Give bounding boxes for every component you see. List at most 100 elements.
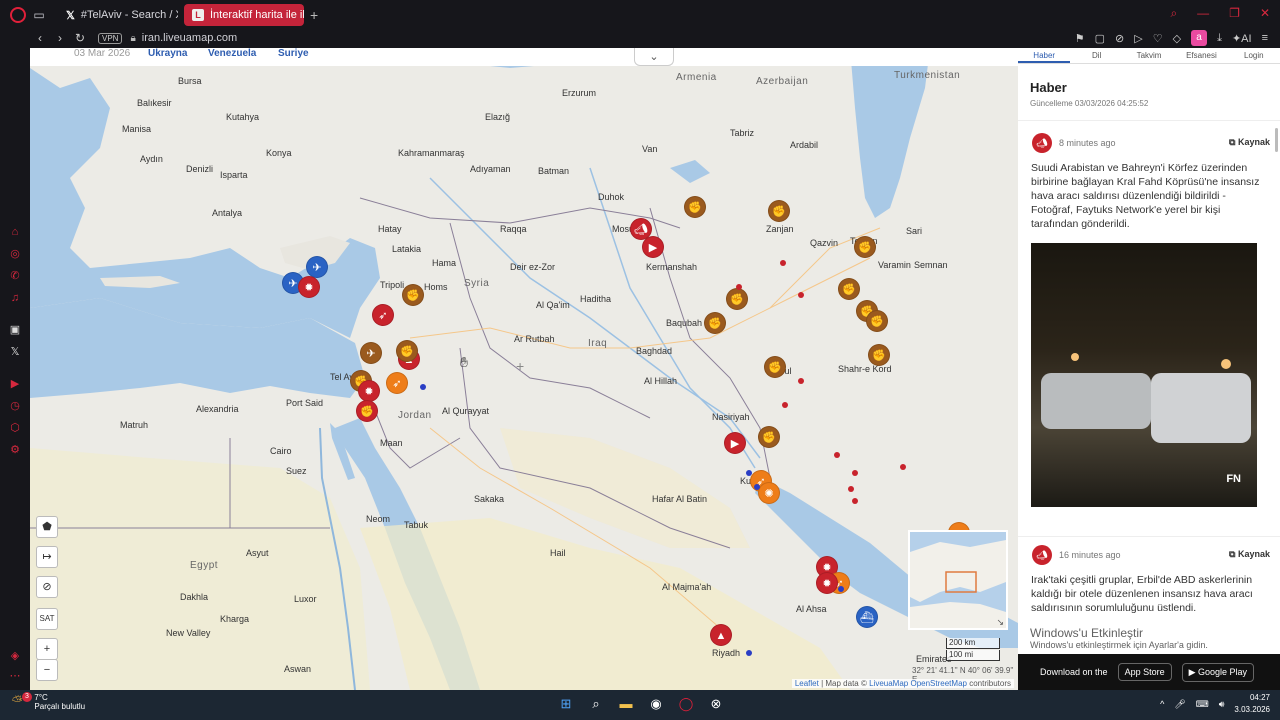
- microphone-icon[interactable]: 🎤︎: [1174, 699, 1185, 710]
- event-marker-protest-icon[interactable]: ✊: [854, 236, 876, 258]
- minimap-toggle-icon[interactable]: ↘: [996, 617, 1004, 628]
- event-marker-naval-icon[interactable]: ⛴: [856, 606, 878, 628]
- file-explorer-icon[interactable]: ▬: [617, 695, 635, 713]
- minimize-button[interactable]: —: [1197, 6, 1209, 21]
- maximize-button[interactable]: ❐: [1229, 6, 1240, 21]
- event-marker-protest-icon[interactable]: ✊: [684, 196, 706, 218]
- event-marker-alert-icon[interactable]: ▲: [710, 624, 732, 646]
- collapse-toggle[interactable]: ⌄: [634, 48, 674, 66]
- nav-link-ukraine[interactable]: Ukrayna: [148, 48, 187, 59]
- zoom-out-button[interactable]: −: [36, 659, 58, 681]
- event-marker-strike-icon[interactable]: ✊: [356, 400, 378, 422]
- event-dot[interactable]: [900, 464, 906, 470]
- start-icon[interactable]: ⊞: [557, 695, 575, 713]
- sidebar-home-icon[interactable]: ⌂: [9, 226, 21, 238]
- source-link[interactable]: ⧉ Kaynak: [1229, 549, 1270, 560]
- event-marker-protest-icon[interactable]: ✊: [726, 288, 748, 310]
- tab-islands-icon[interactable]: ▭: [26, 8, 52, 22]
- account-avatar[interactable]: a: [1191, 30, 1208, 46]
- event-dot[interactable]: [798, 378, 804, 384]
- event-dot[interactable]: [838, 586, 844, 592]
- zoom-in-button[interactable]: +: [36, 638, 58, 660]
- event-dot[interactable]: [746, 470, 752, 476]
- tab-legend[interactable]: Efsanesi: [1175, 48, 1227, 63]
- search-tabs-icon[interactable]: ⌕: [1170, 6, 1177, 21]
- tab-telaviv-search[interactable]: 𝕏 #TelAviv - Search / X: [58, 4, 178, 26]
- event-marker-missile-icon[interactable]: ➶: [372, 304, 394, 326]
- sidebar-music-icon[interactable]: ♫: [9, 292, 21, 304]
- xbox-icon[interactable]: ⊗: [707, 695, 725, 713]
- event-marker-protest-icon[interactable]: ✊: [866, 310, 888, 332]
- event-dot[interactable]: [798, 292, 804, 298]
- osm-link[interactable]: OpenStreetMap: [910, 679, 966, 688]
- sidebar-player-icon[interactable]: ▶: [9, 378, 21, 390]
- event-marker-video-icon[interactable]: ▶: [724, 432, 746, 454]
- event-dot[interactable]: [420, 384, 426, 390]
- opera-icon[interactable]: ◯: [677, 695, 695, 713]
- wallet-icon[interactable]: ◇: [1173, 32, 1181, 45]
- reload-button[interactable]: ↻: [70, 31, 90, 45]
- event-dot[interactable]: [782, 402, 788, 408]
- hide-layers-button[interactable]: ⊘: [36, 576, 58, 598]
- app-store-button[interactable]: App Store: [1117, 663, 1172, 681]
- ai-icon[interactable]: ✦AI: [1232, 32, 1252, 45]
- event-marker-video-icon[interactable]: ▶: [642, 236, 664, 258]
- event-dot[interactable]: [754, 484, 760, 490]
- sidebar-more-icon[interactable]: ⋯: [9, 670, 21, 682]
- draw-shape-button[interactable]: ⬟: [36, 516, 58, 538]
- player-icon[interactable]: ▷: [1134, 32, 1142, 45]
- event-marker-protest-icon[interactable]: ✊: [764, 356, 786, 378]
- search-icon[interactable]: ⌕: [587, 695, 605, 713]
- url-field[interactable]: iran.liveuamap.com: [142, 32, 237, 44]
- news-card[interactable]: 📣︎ 8 minutes ago ⧉ Kaynak Suudi Arabista…: [1018, 120, 1280, 520]
- event-marker-explosion-icon[interactable]: ✹: [298, 276, 320, 298]
- sidebar-gx-icon[interactable]: ◈: [9, 650, 21, 662]
- new-tab-button[interactable]: +: [310, 7, 318, 23]
- measure-button[interactable]: ↦: [36, 546, 58, 568]
- event-marker-protest-icon[interactable]: ✊: [768, 200, 790, 222]
- event-marker-protest-icon[interactable]: ✊: [704, 312, 726, 334]
- lock-icon[interactable]: 🔒︎: [130, 33, 135, 44]
- forward-button[interactable]: ›: [50, 31, 70, 45]
- event-marker-protest-icon[interactable]: ✊: [838, 278, 860, 300]
- network-icon[interactable]: ⌨: [1196, 699, 1209, 710]
- bookmark-icon[interactable]: ⚑: [1075, 32, 1085, 45]
- event-dot[interactable]: [848, 486, 854, 492]
- heart-icon[interactable]: ♡: [1153, 32, 1163, 45]
- menu-icon[interactable]: ≡: [1262, 32, 1268, 44]
- news-photo[interactable]: FN: [1031, 243, 1257, 507]
- back-button[interactable]: ‹: [30, 31, 50, 45]
- sidebar-whatsapp-icon[interactable]: ✆: [9, 270, 21, 282]
- tab-news[interactable]: Haber: [1018, 48, 1071, 63]
- satellite-toggle[interactable]: SAT: [36, 608, 58, 630]
- minimap[interactable]: ↘: [908, 530, 1008, 630]
- event-marker-drone-icon[interactable]: ✈: [360, 342, 382, 364]
- opera-logo-icon[interactable]: [10, 7, 26, 23]
- source-link[interactable]: ⧉ Kaynak: [1229, 137, 1270, 148]
- event-marker-military-icon[interactable]: ✈: [306, 256, 328, 278]
- snapshot-icon[interactable]: ▢: [1095, 32, 1105, 45]
- event-dot[interactable]: [746, 650, 752, 656]
- event-marker-fire-icon[interactable]: ✺: [758, 482, 780, 504]
- weather-widget[interactable]: ⛅︎ 3 7°C Parçalı bulutlu: [12, 692, 85, 711]
- event-marker-shelling-icon[interactable]: ➶: [386, 372, 408, 394]
- event-marker-strike-icon[interactable]: ✹: [358, 380, 380, 402]
- map-view[interactable]: 03 Mar 2026 Ukrayna Venezuela Suriye ⌄ B…: [30, 48, 1018, 690]
- event-marker-protest-icon[interactable]: ✊: [758, 426, 780, 448]
- sidebar-messenger-icon[interactable]: ◎: [9, 248, 21, 260]
- sidebar-extensions-icon[interactable]: ⬡: [9, 422, 21, 434]
- event-marker-protest-icon[interactable]: ✊: [402, 284, 424, 306]
- steam-icon[interactable]: ◉: [647, 695, 665, 713]
- google-play-button[interactable]: ▶ Google Play: [1181, 662, 1255, 682]
- adblock-icon[interactable]: ⊘: [1115, 32, 1124, 45]
- event-marker-protest-icon[interactable]: ✊: [396, 340, 418, 362]
- sidebar-settings-icon[interactable]: ⚙: [9, 444, 21, 456]
- download-icon[interactable]: ⤓: [1217, 32, 1222, 45]
- sidebar-history-icon[interactable]: ◷: [9, 400, 21, 412]
- nav-link-venezuela[interactable]: Venezuela: [208, 48, 256, 59]
- event-dot[interactable]: [852, 498, 858, 504]
- close-button[interactable]: ✕: [1260, 6, 1270, 21]
- event-marker-protest-icon[interactable]: ✊: [868, 344, 890, 366]
- leaflet-link[interactable]: Leaflet: [795, 679, 819, 688]
- event-dot[interactable]: [736, 284, 742, 290]
